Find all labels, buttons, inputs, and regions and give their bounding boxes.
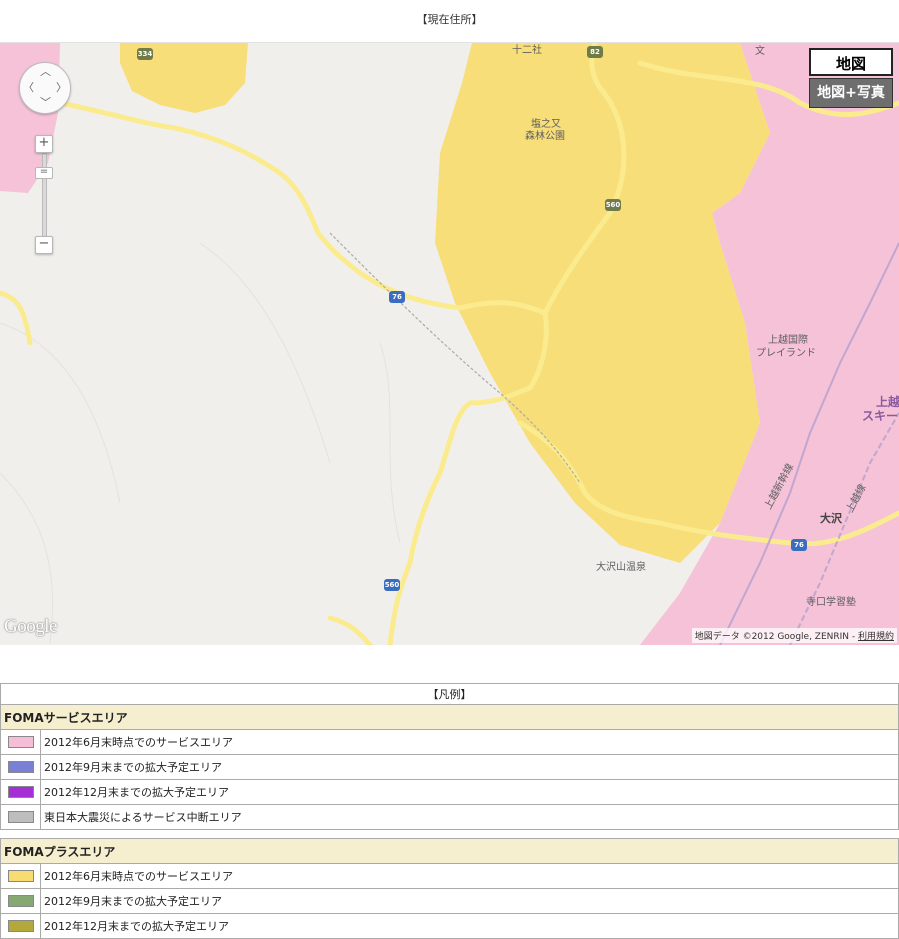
legend-spacer <box>0 829 899 839</box>
legend-item-label: 2012年12月末までの拡大予定エリア <box>40 913 899 939</box>
zoom-in-button[interactable]: + <box>35 135 53 153</box>
legend-swatch-cell <box>0 804 41 830</box>
pan-up-icon[interactable]: ︿ <box>40 66 51 77</box>
pan-left-icon[interactable]: 〈 <box>23 82 34 93</box>
legend-swatch-cell <box>0 729 41 755</box>
label-park-1: 塩之又 <box>531 119 561 130</box>
label-ski-2: スキー <box>862 409 899 423</box>
legend-color-swatch <box>7 870 34 882</box>
maptype-map-button[interactable]: 地図 <box>809 48 893 76</box>
legend-color-swatch <box>7 761 34 773</box>
legend-swatch-cell <box>0 779 41 805</box>
zoom-slider-handle[interactable]: = <box>35 167 53 179</box>
page-header: 【現在住所】 <box>0 0 899 42</box>
legend-row: 2012年9月末までの拡大予定エリア <box>0 754 899 780</box>
route-shield-334: 334 <box>137 48 153 60</box>
maptype-hybrid-button[interactable]: 地図+写真 <box>809 78 893 108</box>
legend-section-name: FOMAプラスエリア <box>0 838 899 864</box>
route-shield-76-west: 76 <box>389 291 405 303</box>
legend-row: 2012年12月末までの拡大予定エリア <box>0 913 899 939</box>
legend-item-label: 2012年6月末時点でのサービスエリア <box>40 729 899 755</box>
legend-item-label: 2012年12月末までの拡大予定エリア <box>40 779 899 805</box>
page-title: 【現在住所】 <box>416 13 483 26</box>
map-attribution: 地図データ ©2012 Google, ZENRIN - 利用規約 <box>691 628 897 643</box>
label-ski-1: 上越 <box>876 395 899 409</box>
legend-title: 【凡例】 <box>0 683 899 705</box>
route-shield-76-east: 76 <box>791 539 807 551</box>
legend-color-swatch <box>7 895 34 907</box>
pan-down-icon[interactable]: ﹀ <box>40 97 51 108</box>
label-onsen: 大沢山温泉 <box>596 562 646 573</box>
route-shield-560-north: 560 <box>605 199 621 211</box>
label-resort-2: プレイランド <box>756 348 816 359</box>
map-view[interactable]: 334 82 560 76 560 76 十二社 塩之又 森林公園 上越国際 プ… <box>0 42 899 645</box>
map-canvas[interactable] <box>0 43 899 645</box>
label-shrine: 十二社 <box>512 45 542 56</box>
legend-row: 2012年6月末時点でのサービスエリア <box>0 863 899 889</box>
legend-table: 【凡例】 FOMAサービスエリア 2012年6月末時点でのサービスエリア 2012年… <box>0 683 899 939</box>
zoom-out-button[interactable]: − <box>35 236 53 254</box>
legend-row: 2012年9月末までの拡大予定エリア <box>0 888 899 914</box>
terms-link[interactable]: 利用規約 <box>858 632 894 642</box>
legend-color-swatch <box>7 811 34 823</box>
label-resort-1: 上越国際 <box>768 335 808 346</box>
legend-section-header: FOMAサービスエリア <box>0 704 899 730</box>
legend-color-swatch <box>7 920 34 932</box>
legend-item-label: 東日本大震災によるサービス中断エリア <box>40 804 899 830</box>
legend-swatch-cell <box>0 863 41 889</box>
legend-section-header: FOMAプラスエリア <box>0 838 899 864</box>
route-shield-82: 82 <box>587 46 603 58</box>
label-osawa: 大沢 <box>820 512 842 525</box>
legend: 【凡例】 FOMAサービスエリア 2012年6月末時点でのサービスエリア 2012年… <box>0 683 899 939</box>
pan-right-icon[interactable]: 〉 <box>56 82 67 93</box>
legend-color-swatch <box>7 786 34 798</box>
legend-swatch-cell <box>0 913 41 939</box>
label-juku: 寺口学習塾 <box>806 597 856 608</box>
legend-swatch-cell <box>0 754 41 780</box>
road-left <box>0 290 33 346</box>
legend-swatch-cell <box>0 888 41 914</box>
legend-color-swatch <box>7 736 34 748</box>
legend-header-row: 【凡例】 <box>0 683 899 705</box>
road-bottom <box>327 615 373 645</box>
legend-item-label: 2012年6月末時点でのサービスエリア <box>40 863 899 889</box>
legend-row: 東日本大震災によるサービス中断エリア <box>0 804 899 830</box>
legend-row: 2012年12月末までの拡大予定エリア <box>0 779 899 805</box>
attribution-text: 地図データ ©2012 Google, ZENRIN - <box>694 632 858 642</box>
route-shield-560-south: 560 <box>384 579 400 591</box>
pan-control[interactable]: ︿ ﹀ 〈 〉 <box>19 62 71 114</box>
label-school: 文 <box>755 46 765 57</box>
legend-row: 2012年6月末時点でのサービスエリア <box>0 729 899 755</box>
legend-spacer-cell <box>0 829 899 839</box>
legend-section-name: FOMAサービスエリア <box>0 704 899 730</box>
legend-item-label: 2012年9月末までの拡大予定エリア <box>40 888 899 914</box>
google-logo[interactable]: Google <box>4 616 57 638</box>
label-park-2: 森林公園 <box>525 131 565 142</box>
legend-item-label: 2012年9月末までの拡大予定エリア <box>40 754 899 780</box>
